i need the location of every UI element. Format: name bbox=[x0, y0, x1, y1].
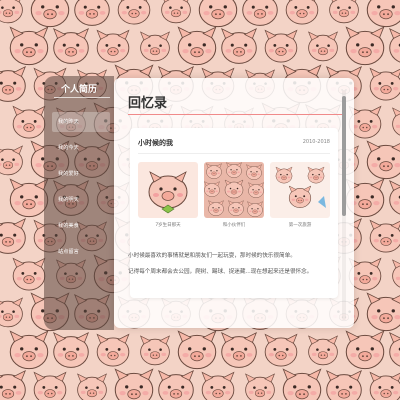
title-divider bbox=[128, 114, 342, 115]
sidebar-title: 个人简历 bbox=[60, 85, 97, 95]
pig-face-icon bbox=[138, 162, 198, 218]
content-scrollbar[interactable] bbox=[342, 90, 346, 320]
sidebar-item[interactable]: 我的明天 bbox=[52, 190, 110, 210]
section-divider bbox=[138, 153, 330, 154]
sidebar-item[interactable]: 站点留言 bbox=[52, 242, 110, 262]
photo-caption: 和小伙伴们 bbox=[222, 223, 246, 228]
memory-paragraph: 记得每个周末都会去公园，爬树、踢球、捉迷藏...现在想起来还是很怀念。 bbox=[128, 269, 313, 275]
pig-travel-icon bbox=[270, 162, 330, 218]
page-title: 回忆录 bbox=[128, 96, 168, 111]
scrollbar-thumb[interactable] bbox=[342, 96, 346, 216]
sidebar-item[interactable]: 我的美食 bbox=[52, 216, 110, 236]
sidebar-item[interactable]: 我的今天 bbox=[52, 138, 110, 158]
section-years: 2010-2018 bbox=[302, 139, 330, 145]
content-card: 回忆录 小时候的我 2010-2018 7岁生日那天 和小伙伴们 第一次旅游 小… bbox=[114, 78, 354, 328]
photo-travel[interactable] bbox=[270, 162, 330, 218]
sidebar: 个人简历 我的昨天我的今天我的爱好我的明天我的美食站点留言 bbox=[44, 76, 114, 330]
sidebar-item[interactable]: 我的爱好 bbox=[52, 164, 110, 184]
sidebar-item[interactable]: 我的昨天 bbox=[52, 112, 110, 132]
memory-paragraph: 小时候最喜欢的事情就是和朋友们一起玩耍，那时候的快乐很简单。 bbox=[128, 253, 296, 259]
pig-crowd-icon bbox=[204, 162, 264, 218]
sidebar-title-divider bbox=[54, 97, 110, 98]
photo-friends[interactable] bbox=[204, 162, 264, 218]
photo-birthday[interactable] bbox=[138, 162, 198, 218]
photo-caption: 7岁生日那天 bbox=[155, 223, 181, 228]
photo-caption: 第一次旅游 bbox=[288, 223, 312, 228]
section-title: 小时候的我 bbox=[138, 139, 173, 147]
